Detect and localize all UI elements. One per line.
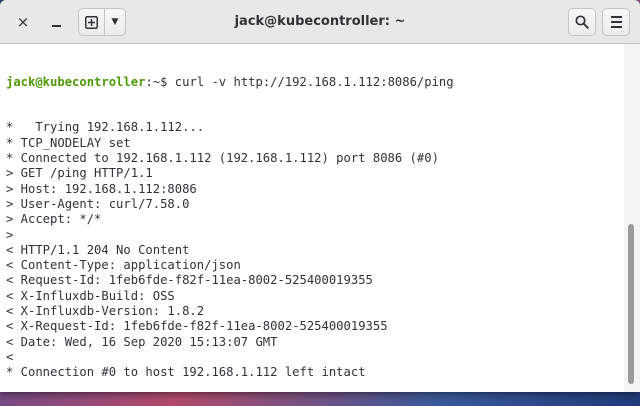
output-line: < HTTP/1.1 204 No Content [6,242,190,257]
title-bar: × ▼ jack@kubecontroller: ~ [0,0,640,44]
output-line: < [6,349,14,364]
minimize-button[interactable] [42,8,70,36]
scrollbar[interactable] [624,44,640,392]
terminal-output[interactable]: jack@kubecontroller:~$ curl -v http://19… [0,44,624,392]
command-text: curl -v http://192.168.1.112:8086/ping [174,74,454,89]
prompt-user: jack@kubecontroller [6,74,146,89]
search-icon [575,15,589,29]
output-line: < Date: Wed, 16 Sep 2020 15:13:07 GMT [6,334,278,349]
scrollbar-thumb[interactable] [628,224,634,384]
output-line: * Connection #0 to host 192.168.1.112 le… [6,365,366,380]
output-line: < X-Influxdb-Build: OSS [6,288,175,303]
menu-button[interactable] [602,8,630,36]
output-line: < Content-Type: application/json [6,258,241,273]
new-tab-button[interactable] [78,8,105,36]
output-line: > [6,227,14,242]
terminal-window: × ▼ jack@kubecontroller: ~ jack@kubecont… [0,0,640,392]
output-line: > Accept: */* [6,212,102,227]
minimize-icon [51,25,61,27]
output-line: < X-Request-Id: 1feb6fde-f82f-11ea-8002-… [6,319,388,334]
tab-menu-button[interactable]: ▼ [104,8,126,36]
chevron-down-icon: ▼ [111,17,119,27]
close-button[interactable]: × [8,8,38,36]
output-line: * Connected to 192.168.1.112 (192.168.1.… [6,151,439,166]
output-line: > User-Agent: curl/7.58.0 [6,196,190,211]
output-line: > Host: 192.168.1.112:8086 [6,181,197,196]
command-line: jack@kubecontroller:~$ curl -v http://19… [6,75,624,90]
output-line: > GET /ping HTTP/1.1 [6,166,153,181]
hamburger-icon [610,16,622,28]
output-line: * TCP_NODELAY set [6,135,131,150]
close-icon: × [16,13,30,31]
output-line: * Trying 192.168.1.112... [6,120,205,135]
output-line: < Request-Id: 1feb6fde-f82f-11ea-8002-52… [6,273,373,288]
output-line: < X-Influxdb-Version: 1.8.2 [6,304,205,319]
prompt-path: :~$ [145,74,175,89]
new-tab-icon [85,15,98,29]
search-button[interactable] [568,8,596,36]
